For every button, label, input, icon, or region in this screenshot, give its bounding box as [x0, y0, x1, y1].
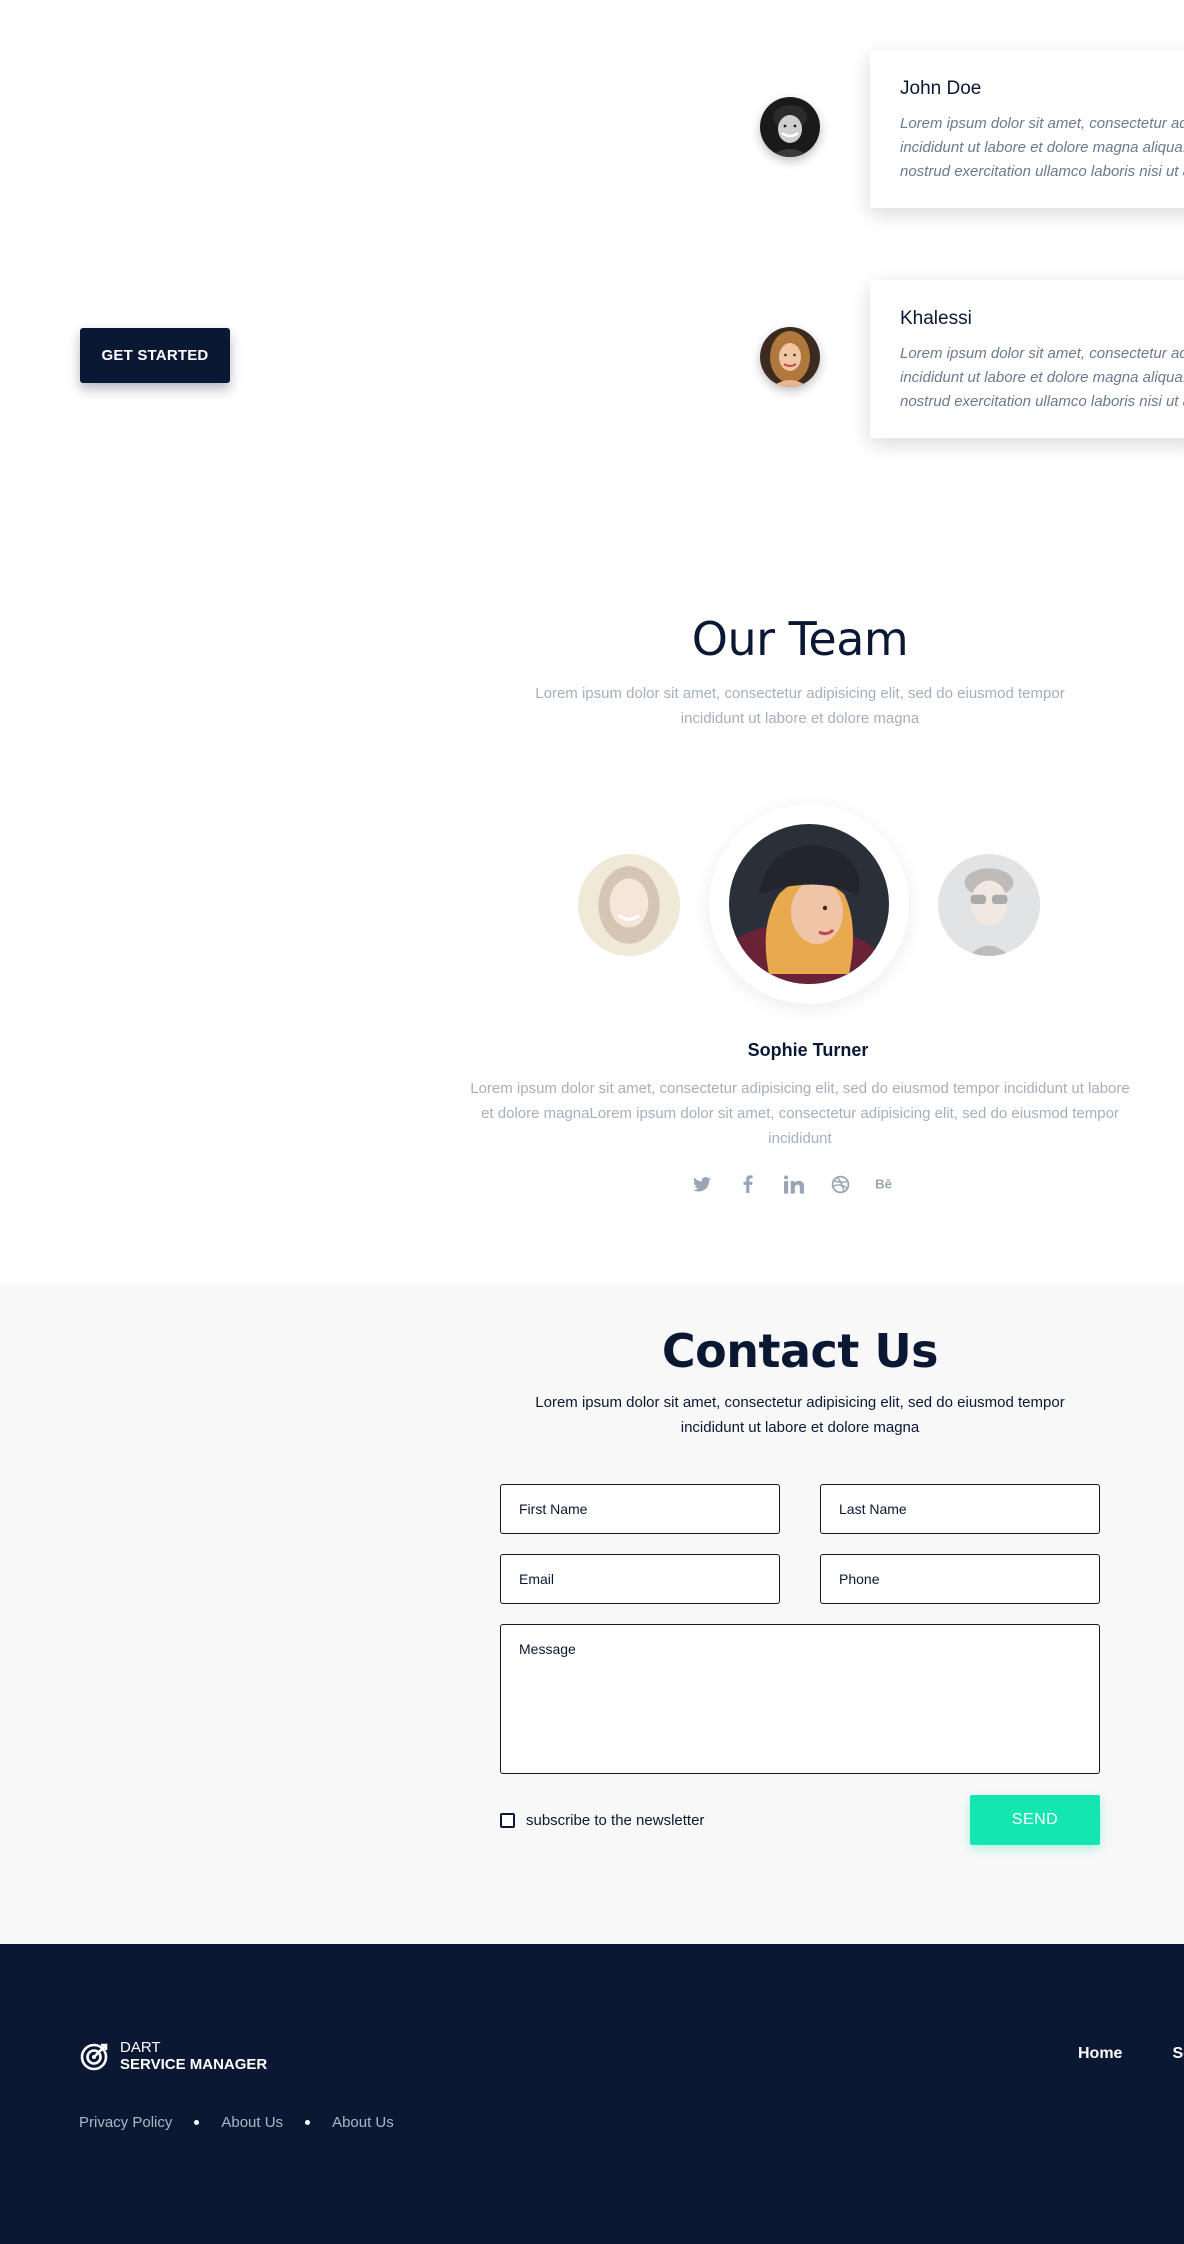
dribbble-icon[interactable] [828, 1172, 852, 1196]
footer-nav: Home Services [1078, 2045, 1184, 2063]
footer-logo[interactable]: DART SERVICE MANAGER [80, 2039, 267, 2073]
team-subtitle: Lorem ipsum dolor sit amet, consectetur … [535, 685, 1065, 727]
newsletter-option[interactable]: subscribe to the newsletter [500, 1812, 704, 1829]
khalessi-avatar [760, 327, 820, 387]
get-started-button[interactable]: GET STARTED [80, 328, 230, 383]
testimonial-name: Khalessi [900, 308, 972, 329]
separator-dot [305, 2120, 311, 2125]
phone-field[interactable] [820, 1554, 1100, 1604]
privacy-policy-link[interactable]: Privacy Policy [79, 2114, 172, 2131]
footer-links: Privacy Policy About Us About Us [79, 2114, 394, 2131]
testimonial-text-line: Lorem ipsum dolor sit amet, consectetur … [900, 345, 1184, 362]
team-member-active-avatar[interactable] [729, 824, 889, 984]
twitter-icon[interactable] [690, 1172, 714, 1196]
newsletter-checkbox[interactable] [500, 1813, 515, 1828]
svg-text:Bē: Bē [875, 1177, 892, 1191]
first-name-field[interactable] [500, 1484, 780, 1534]
facebook-icon[interactable] [736, 1172, 760, 1196]
email-field[interactable] [500, 1554, 780, 1604]
testimonial-card-john-doe: John Doe Lorem ipsum dolor sit amet, con… [870, 50, 1184, 208]
target-logo-icon [80, 2043, 108, 2071]
footer-nav-services[interactable]: Services [1172, 2045, 1184, 2063]
team-member-name: Sophie Turner [747, 1040, 869, 1060]
contact-section: Contact Us Lorem ipsum dolor sit amet, c… [0, 1284, 1184, 1944]
testimonial-text-line: incididunt ut labore et dolore magna ali… [900, 139, 1184, 156]
testimonial-text-line: nostrud exercitation ullamco laboris nis… [900, 393, 1184, 410]
separator-dot [194, 2120, 200, 2125]
team-title: Our Team [691, 612, 909, 666]
logo-name-top: DART [120, 2039, 161, 2056]
newsletter-label: subscribe to the newsletter [526, 1812, 705, 1829]
message-field[interactable] [500, 1624, 1100, 1774]
footer: DART SERVICE MANAGER Home Services Priva… [0, 1944, 1184, 2244]
linkedin-icon[interactable] [782, 1172, 806, 1196]
contact-title: Contact Us [661, 1324, 939, 1378]
about-us-link[interactable]: About Us [221, 2114, 283, 2131]
social-links: Bē [690, 1172, 898, 1196]
testimonial-text-line: nostrud exercitation ullamco laboris nis… [900, 163, 1184, 180]
john-doe-avatar [760, 97, 820, 157]
team-member-left-avatar[interactable] [578, 854, 680, 956]
footer-nav-home[interactable]: Home [1078, 2045, 1122, 2063]
contact-subtitle: Lorem ipsum dolor sit amet, consectetur … [535, 1394, 1065, 1436]
testimonial-text-line: Lorem ipsum dolor sit amet, consectetur … [900, 115, 1184, 132]
logo-name-bottom: SERVICE MANAGER [120, 2056, 268, 2073]
testimonial-name: John Doe [900, 78, 982, 99]
testimonials-section: John Doe Lorem ipsum dolor sit amet, con… [0, 0, 1184, 520]
team-member-bio: Lorem ipsum dolor sit amet, consectetur … [470, 1080, 1130, 1147]
testimonial-card-khalessi: Khalessi Lorem ipsum dolor sit amet, con… [870, 280, 1184, 438]
about-us-link-2[interactable]: About Us [332, 2114, 394, 2131]
behance-icon[interactable]: Bē [874, 1172, 898, 1196]
team-member-right-avatar[interactable] [938, 854, 1040, 956]
send-button[interactable]: SEND [970, 1795, 1100, 1845]
testimonial-text-line: incididunt ut labore et dolore magna ali… [900, 369, 1184, 386]
last-name-field[interactable] [820, 1484, 1100, 1534]
